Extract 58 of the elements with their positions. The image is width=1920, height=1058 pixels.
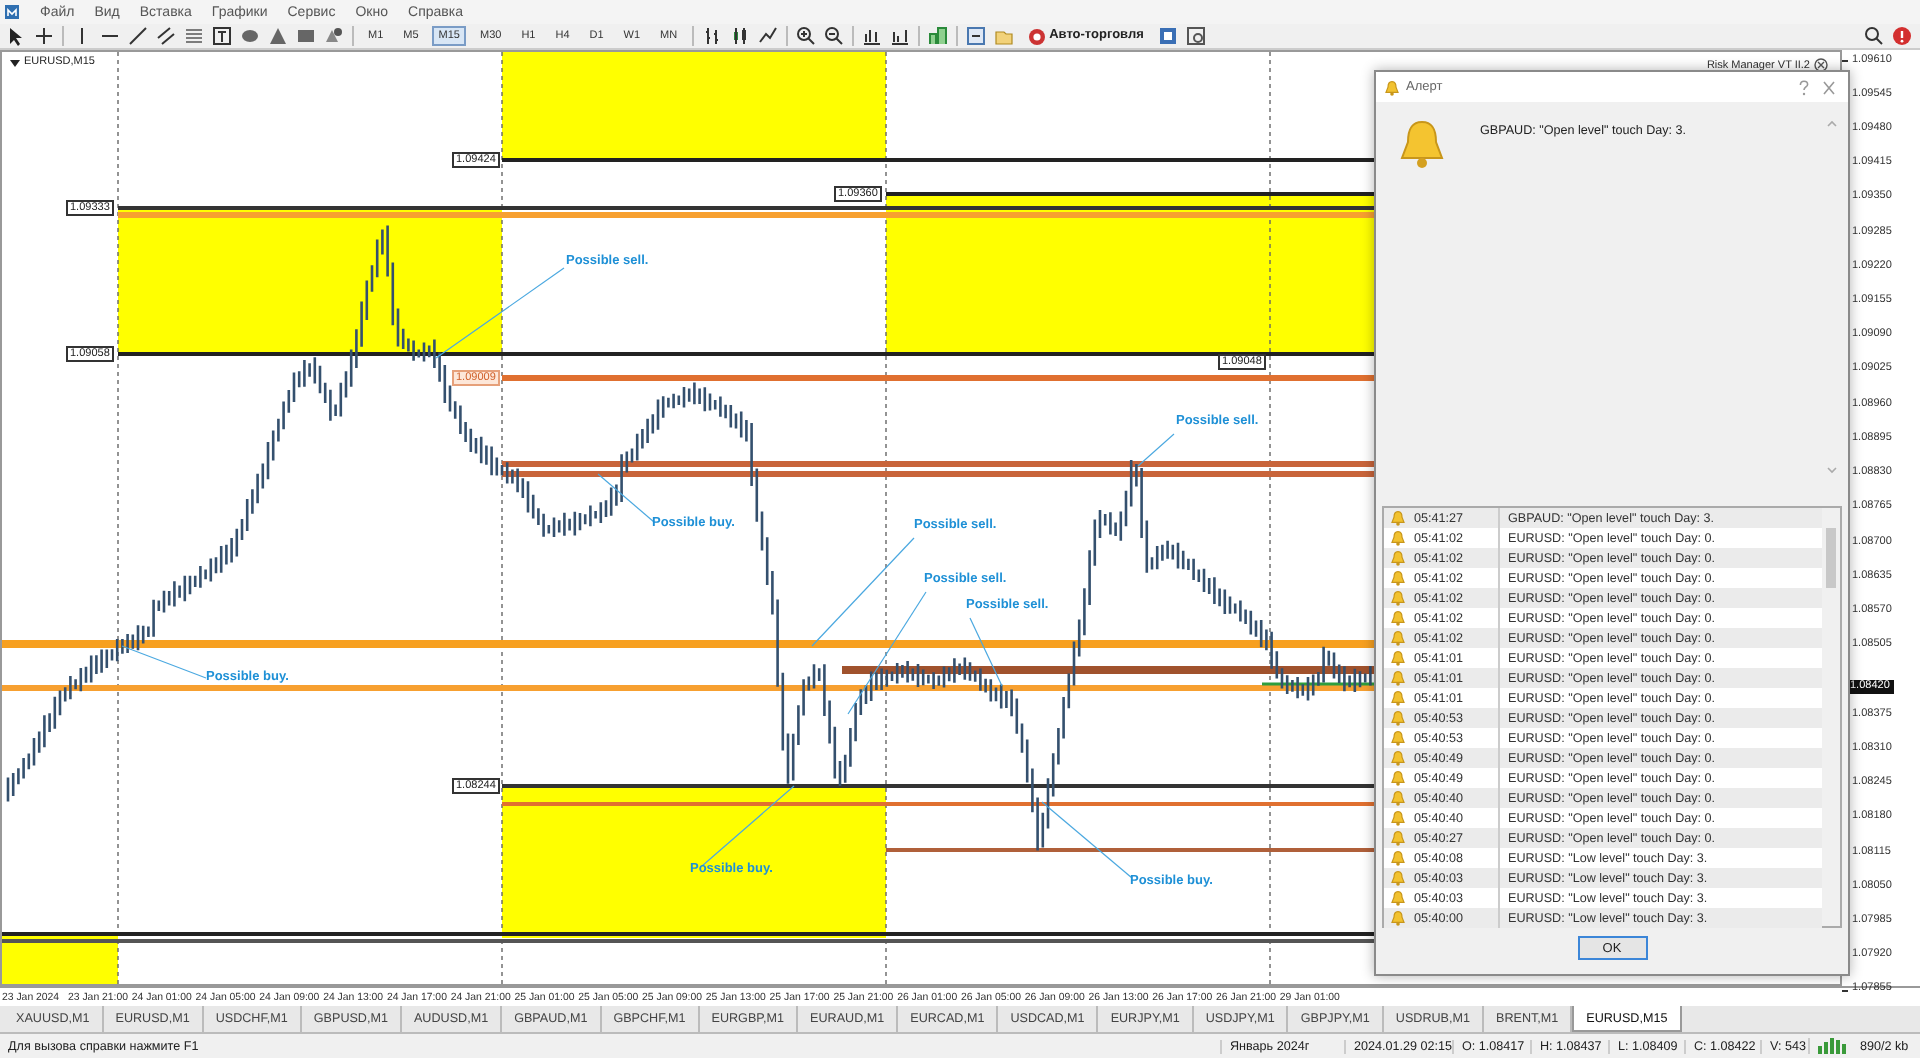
leader-line bbox=[121, 645, 207, 679]
strategy-tester-icon[interactable] bbox=[1185, 26, 1206, 46]
bell-icon bbox=[1390, 770, 1406, 786]
help-icon[interactable] bbox=[1798, 79, 1810, 95]
bell-icon bbox=[1390, 730, 1406, 746]
search-icon[interactable] bbox=[1864, 26, 1884, 46]
leader-line bbox=[847, 591, 927, 715]
shapes-icon[interactable] bbox=[324, 26, 344, 46]
text-box-icon[interactable] bbox=[212, 26, 232, 46]
ellipse-icon[interactable] bbox=[240, 26, 260, 46]
bell-icon bbox=[1390, 830, 1406, 846]
bell-icon bbox=[1390, 870, 1406, 886]
crosshair-icon[interactable] bbox=[34, 26, 54, 46]
new-order-icon[interactable] bbox=[1157, 26, 1178, 46]
bell-icon bbox=[1390, 610, 1406, 626]
candlestick-icon[interactable] bbox=[729, 26, 750, 46]
indicators-icon[interactable] bbox=[927, 26, 948, 46]
bell-icon bbox=[1384, 79, 1400, 95]
dropdown-triangle-icon[interactable] bbox=[10, 57, 20, 67]
bell-icon bbox=[1396, 118, 1448, 170]
chart-shift-icon[interactable] bbox=[861, 26, 882, 46]
notification-icon[interactable] bbox=[1892, 26, 1912, 46]
bell-icon bbox=[1390, 790, 1406, 806]
cursor-icon[interactable] bbox=[6, 26, 26, 46]
bell-icon bbox=[1390, 910, 1406, 926]
app-icon[interactable] bbox=[4, 4, 20, 20]
traffic-light-icon bbox=[1027, 27, 1046, 45]
bell-icon bbox=[1390, 710, 1406, 726]
bell-icon bbox=[1390, 750, 1406, 766]
bell-icon bbox=[1390, 670, 1406, 686]
leader-line bbox=[435, 267, 565, 359]
bell-icon bbox=[1390, 630, 1406, 646]
bar-chart-icon[interactable] bbox=[701, 26, 722, 46]
bell-icon bbox=[1390, 850, 1406, 866]
bell-icon bbox=[1390, 590, 1406, 606]
grid-lines-icon[interactable] bbox=[184, 26, 204, 46]
bell-icon bbox=[1390, 890, 1406, 906]
leader-line bbox=[1041, 801, 1133, 879]
line-chart-icon[interactable] bbox=[757, 26, 778, 46]
triangle-icon[interactable] bbox=[268, 26, 288, 46]
periods-icon[interactable] bbox=[965, 26, 986, 46]
leader-line bbox=[811, 537, 915, 647]
bell-icon bbox=[1390, 550, 1406, 566]
leader-line bbox=[597, 473, 655, 523]
bell-icon bbox=[1390, 530, 1406, 546]
bell-icon bbox=[1390, 510, 1406, 526]
leader-line bbox=[969, 617, 1003, 687]
connection-bars-icon bbox=[1818, 1038, 1846, 1054]
leader-line bbox=[1137, 433, 1175, 467]
autoscroll-icon[interactable] bbox=[889, 26, 910, 46]
rectangle-icon[interactable] bbox=[296, 26, 316, 46]
trend-line-icon[interactable] bbox=[128, 26, 148, 46]
zoom-in-icon[interactable] bbox=[795, 26, 816, 46]
bell-icon bbox=[1390, 810, 1406, 826]
bell-icon bbox=[1390, 690, 1406, 706]
bell-icon bbox=[1390, 570, 1406, 586]
bell-icon bbox=[1390, 650, 1406, 666]
zoom-out-icon[interactable] bbox=[823, 26, 844, 46]
